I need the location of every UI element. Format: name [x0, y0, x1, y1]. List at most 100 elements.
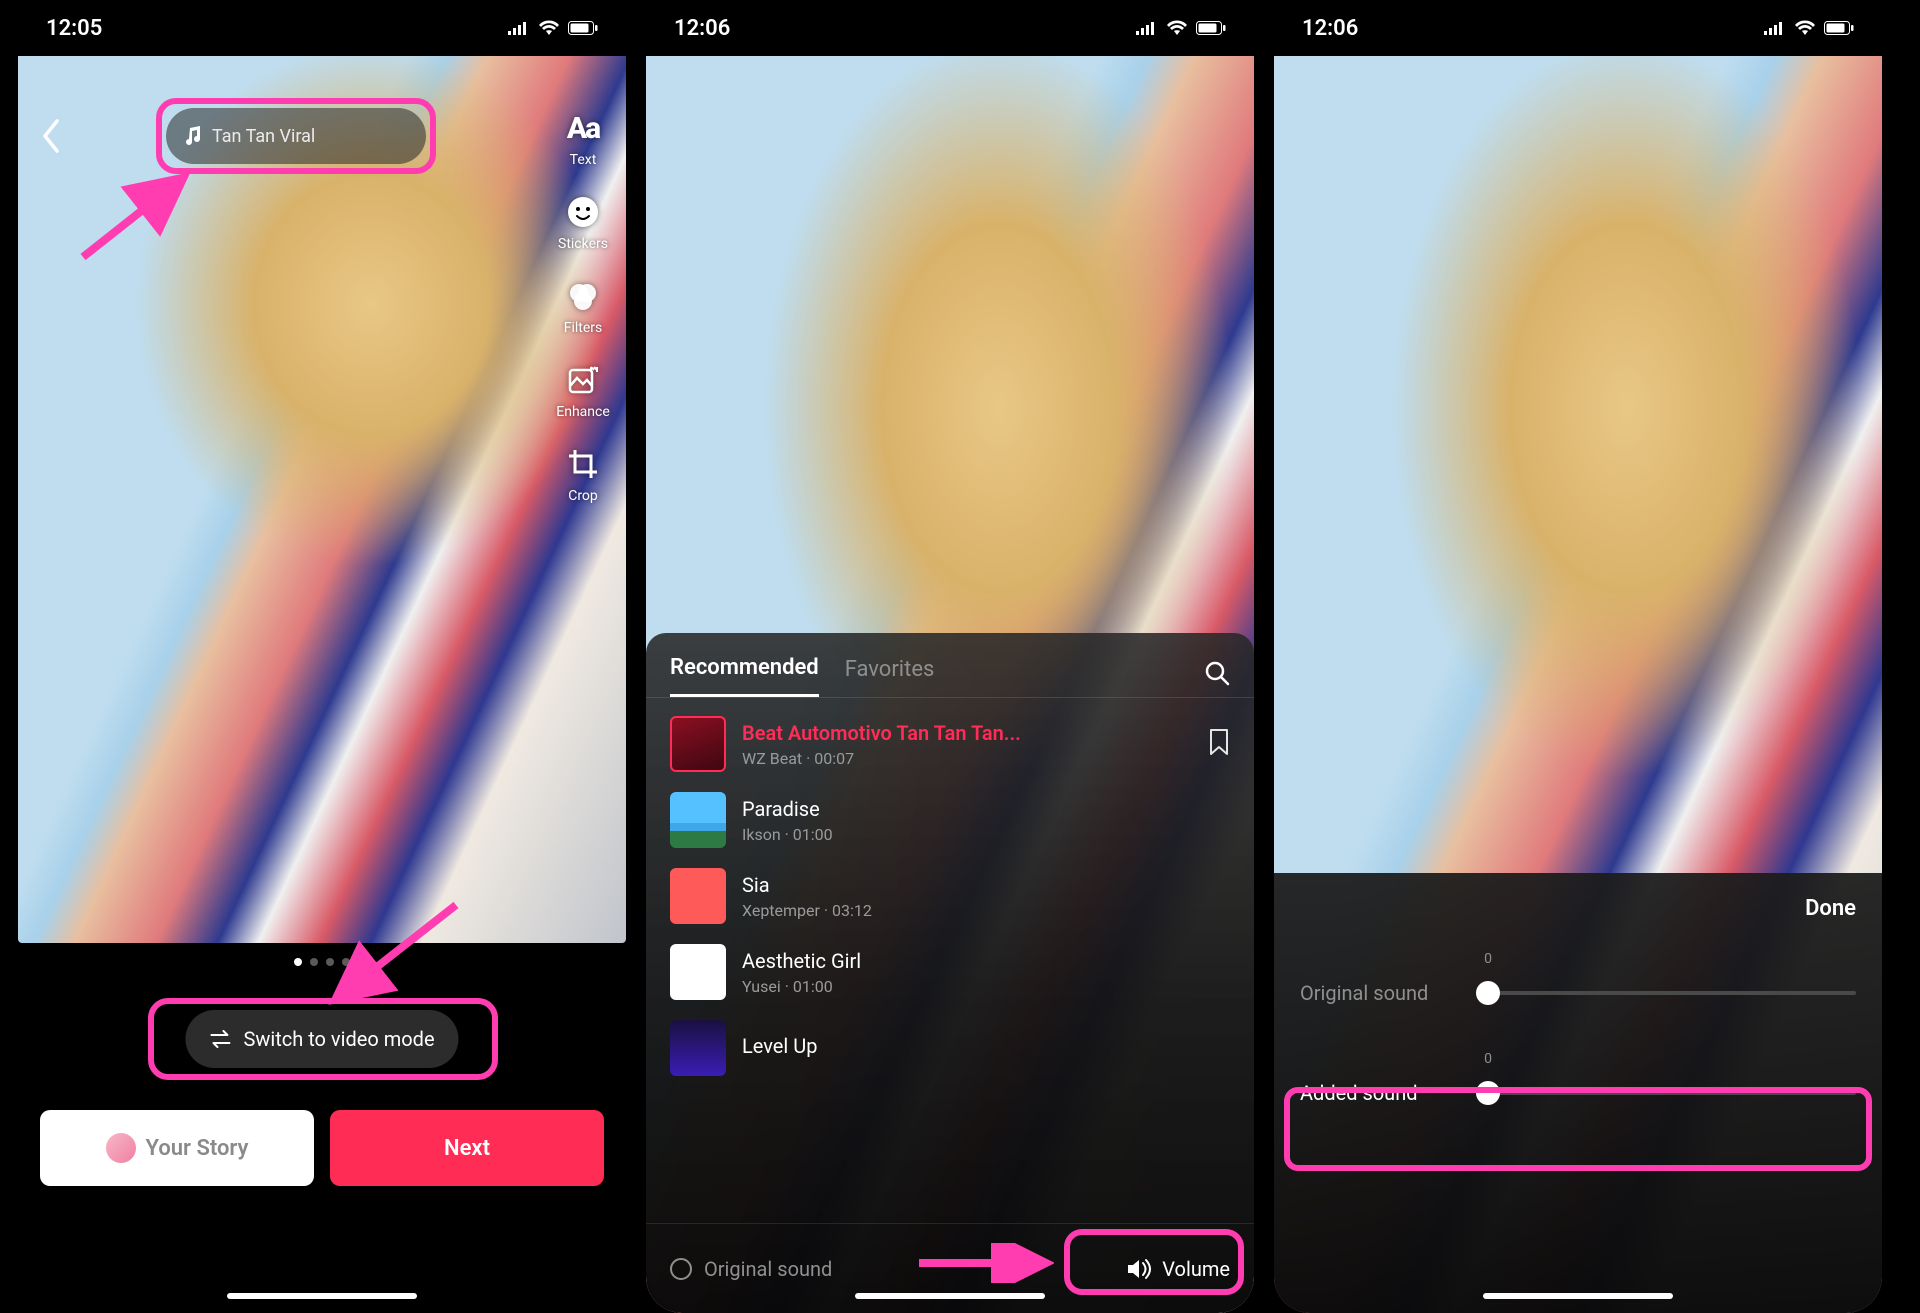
- crop-icon: [567, 448, 599, 480]
- next-label: Next: [444, 1136, 490, 1161]
- volume-sheet: Done Original sound 0 Added sound 0: [1274, 873, 1882, 1313]
- signal-icon: [508, 21, 530, 35]
- switch-video-mode-button[interactable]: Switch to video mode: [185, 1010, 458, 1068]
- tab-recommended[interactable]: Recommended: [670, 655, 819, 697]
- back-button[interactable]: [40, 118, 62, 158]
- song-sub: Ikson · 01:00: [742, 825, 833, 844]
- tool-label: Text: [570, 152, 597, 168]
- status-icons: [1136, 20, 1226, 36]
- sticker-icon: [566, 195, 600, 229]
- tab-favorites[interactable]: Favorites: [845, 657, 935, 696]
- home-indicator: [1483, 1293, 1673, 1299]
- slider-knob[interactable]: [1476, 981, 1500, 1005]
- status-bar: 12:06: [1274, 0, 1882, 56]
- annotation-arrow-icon: [914, 1243, 1054, 1283]
- battery-icon: [568, 21, 598, 35]
- slider-knob[interactable]: [1476, 1081, 1500, 1105]
- home-indicator: [227, 1293, 417, 1299]
- next-button[interactable]: Next: [330, 1110, 604, 1186]
- pager-dot: [310, 958, 318, 966]
- song-title: Level Up: [742, 1034, 817, 1058]
- music-note-icon: [184, 126, 202, 146]
- bookmark-icon: [1208, 728, 1230, 756]
- enhance-icon: [567, 364, 599, 396]
- tool-text[interactable]: Aa Text: [554, 108, 612, 168]
- tool-label: Enhance: [556, 404, 610, 420]
- volume-icon: [1126, 1258, 1152, 1280]
- song-thumb: [670, 716, 726, 772]
- tool-label: Filters: [564, 320, 603, 336]
- done-button[interactable]: Done: [1805, 896, 1856, 921]
- your-story-label: Your Story: [146, 1136, 249, 1161]
- tool-enhance[interactable]: Enhance: [554, 360, 612, 420]
- song-thumb: [670, 792, 726, 848]
- tool-stickers[interactable]: Stickers: [554, 192, 612, 252]
- wifi-icon: [1794, 20, 1816, 36]
- status-bar: 12:06: [646, 0, 1254, 56]
- original-sound-slider[interactable]: 0: [1488, 973, 1856, 1013]
- song-row[interactable]: Beat Automotivo Tan Tan Tan... WZ Beat ·…: [646, 706, 1254, 782]
- annotation-arrow-icon: [326, 900, 466, 1010]
- song-row[interactable]: Level Up: [646, 1010, 1254, 1086]
- pager-dot: [294, 958, 302, 966]
- song-title: Paradise: [742, 797, 833, 821]
- song-thumb: [670, 868, 726, 924]
- tool-crop[interactable]: Crop: [554, 444, 612, 504]
- filters-icon: [566, 279, 600, 313]
- tab-label: Favorites: [845, 657, 935, 682]
- original-sound-toggle[interactable]: [670, 1258, 692, 1280]
- search-button[interactable]: [1204, 660, 1230, 692]
- songs-list[interactable]: Beat Automotivo Tan Tan Tan... WZ Beat ·…: [646, 698, 1254, 1094]
- added-sound-slider[interactable]: 0: [1488, 1073, 1856, 1113]
- text-icon: Aa: [567, 111, 599, 146]
- phone-sound-picker-screen: 12:06 Recommended Favorites: [646, 0, 1254, 1313]
- tool-label: Crop: [568, 488, 598, 504]
- volume-button[interactable]: Volume: [1126, 1257, 1230, 1281]
- tool-filters[interactable]: Filters: [554, 276, 612, 336]
- phone-volume-screen: 12:06 Done Original sound 0 Adde: [1274, 0, 1882, 1313]
- song-row[interactable]: Aesthetic Girl Yusei · 01:00: [646, 934, 1254, 1010]
- song-thumb: [670, 944, 726, 1000]
- original-sound-label: Original sound: [704, 1257, 832, 1281]
- song-sub: Yusei · 01:00: [742, 977, 861, 996]
- sound-tabs: Recommended Favorites: [646, 633, 1254, 697]
- battery-icon: [1196, 21, 1226, 35]
- original-sound-value: 0: [1484, 951, 1492, 967]
- sound-chip-label: Tan Tan Viral: [212, 126, 315, 147]
- status-icons: [1764, 20, 1854, 36]
- song-title: Sia: [742, 873, 872, 897]
- status-bar: 12:05: [18, 0, 626, 56]
- original-sound-row: Original sound 0: [1274, 943, 1882, 1043]
- bookmark-button[interactable]: [1208, 728, 1230, 760]
- added-sound-label: Added sound: [1300, 1081, 1470, 1105]
- sound-chip[interactable]: Tan Tan Viral: [166, 108, 426, 164]
- song-title: Beat Automotivo Tan Tan Tan...: [742, 721, 1021, 745]
- home-indicator: [855, 1293, 1045, 1299]
- switch-mode-label: Switch to video mode: [243, 1027, 434, 1051]
- search-icon: [1204, 660, 1230, 686]
- status-time: 12:06: [1302, 16, 1358, 41]
- your-story-button[interactable]: Your Story: [40, 1110, 314, 1186]
- song-row[interactable]: Sia Xeptemper · 03:12: [646, 858, 1254, 934]
- page-indicator: [18, 958, 626, 966]
- original-sound-label: Original sound: [1300, 981, 1470, 1005]
- volume-label: Volume: [1162, 1257, 1230, 1281]
- added-sound-row: Added sound 0: [1274, 1043, 1882, 1143]
- song-sub: WZ Beat · 00:07: [742, 749, 1021, 768]
- status-icons: [508, 20, 598, 36]
- tool-label: Stickers: [558, 236, 608, 252]
- swap-icon: [209, 1030, 231, 1048]
- song-title: Aesthetic Girl: [742, 949, 861, 973]
- wifi-icon: [1166, 20, 1188, 36]
- added-sound-value: 0: [1484, 1051, 1492, 1067]
- bottom-actions: Your Story Next: [40, 1110, 604, 1186]
- song-thumb: [670, 1020, 726, 1076]
- wifi-icon: [538, 20, 560, 36]
- status-time: 12:06: [674, 16, 730, 41]
- editor-side-tools: Aa Text Stickers Filters Enhance Crop: [554, 108, 612, 504]
- song-row[interactable]: Paradise Ikson · 01:00: [646, 782, 1254, 858]
- status-time: 12:05: [46, 16, 102, 41]
- signal-icon: [1764, 21, 1786, 35]
- sound-picker-sheet: Recommended Favorites Beat Automotivo Ta…: [646, 633, 1254, 1313]
- annotation-arrow-icon: [78, 172, 198, 262]
